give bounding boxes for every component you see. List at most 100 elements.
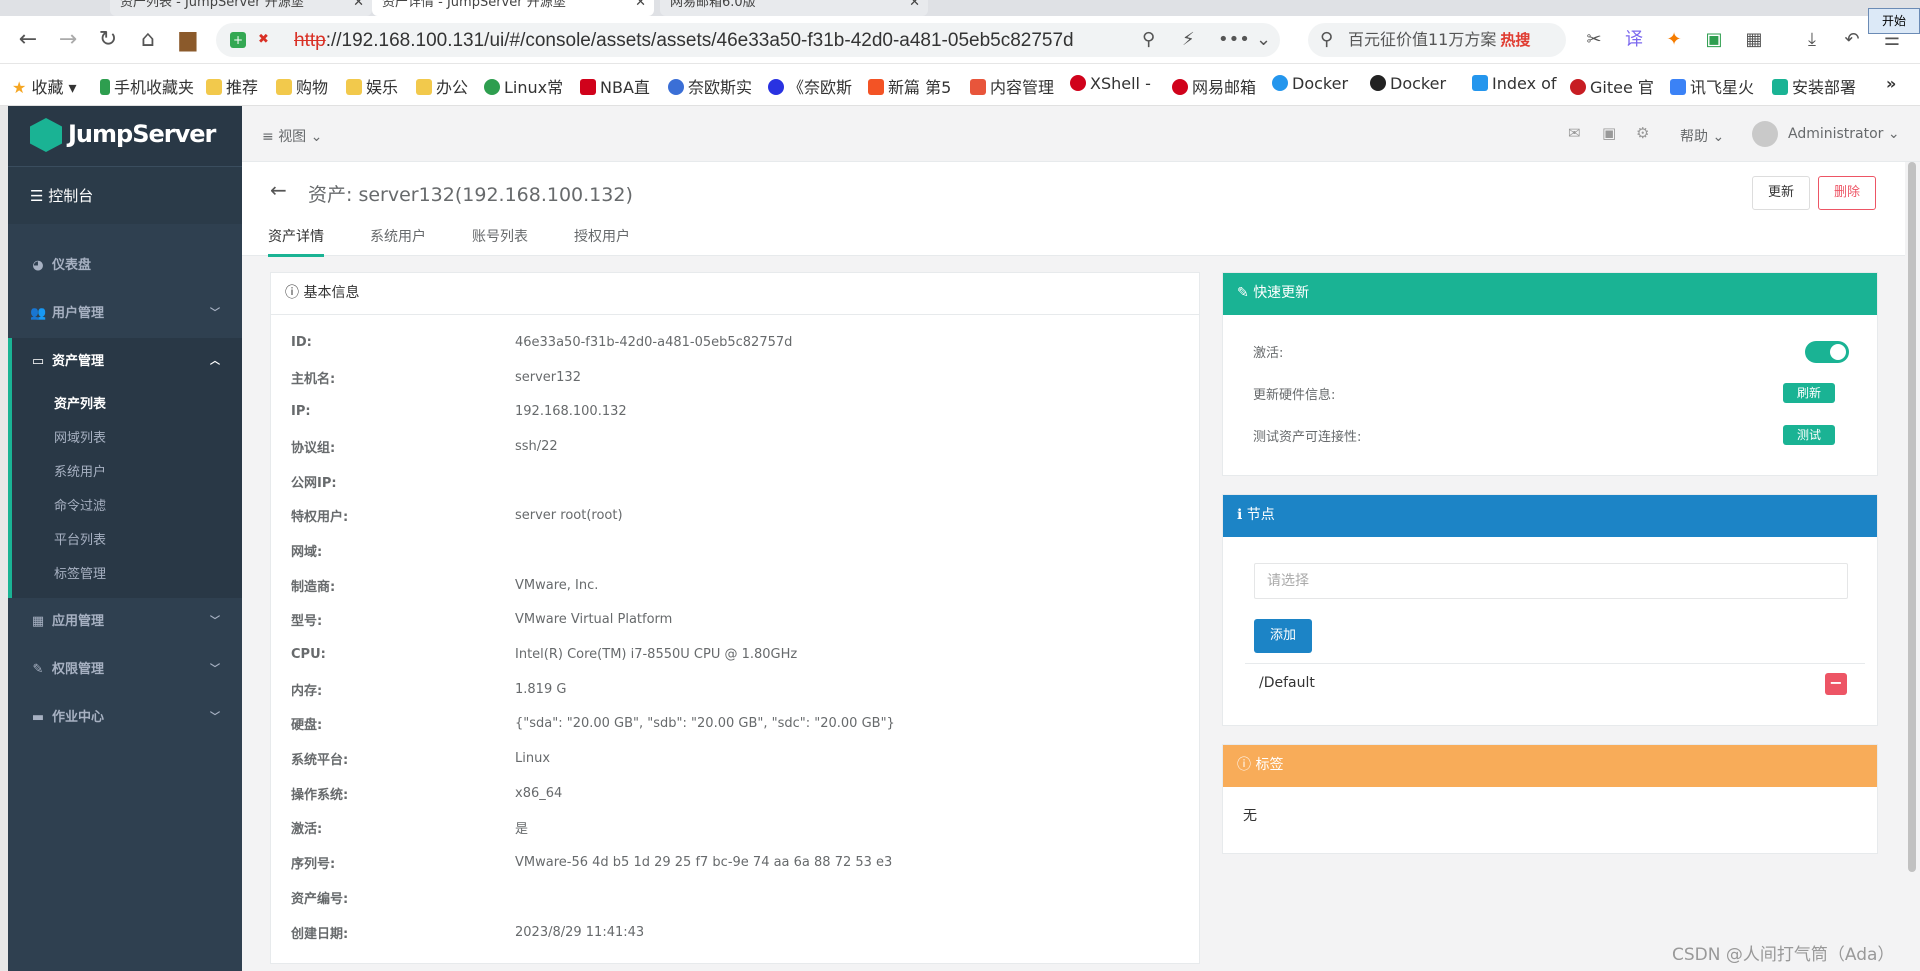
tab-account-list[interactable]: 账号列表 [472, 226, 528, 246]
submenu-command-filter[interactable]: 命令过滤 [12, 490, 242, 524]
sidebar-item-dashboard[interactable]: ◕ 仪表盘 [8, 242, 242, 290]
update-button[interactable]: 更新 [1752, 176, 1810, 210]
sidebar-item-jobs[interactable]: ▬ 作业中心 ﹀ [8, 694, 242, 742]
avatar[interactable] [1752, 121, 1778, 147]
info-row: 内存: 1.819 G [291, 672, 895, 707]
forward-arrow-icon[interactable]: → [54, 28, 82, 54]
delete-button[interactable]: 删除 [1818, 176, 1876, 210]
sidebar-item-permissions[interactable]: ✎ 权限管理 ﹀ [8, 646, 242, 694]
node-select[interactable]: 请选择 [1254, 563, 1848, 599]
game-icon[interactable]: ✦ [1662, 28, 1686, 52]
info-key: 内存: [291, 683, 323, 699]
back-arrow-icon[interactable]: ← [14, 28, 42, 54]
apps-icon[interactable]: ▦ [1742, 28, 1766, 52]
view-label: 视图 [278, 129, 307, 145]
browser-tab-active[interactable]: 资产详情 - JumpServer 开源堡 ✕ [372, 0, 654, 16]
more-bookmarks-icon[interactable]: » [1886, 74, 1896, 93]
tab-system-users[interactable]: 系统用户 [370, 226, 426, 246]
user-menu[interactable]: Administrator ⌄ [1788, 126, 1900, 142]
download-icon[interactable]: ⤓ [1800, 28, 1824, 52]
bookmark-item[interactable]: Linux常 [484, 74, 563, 98]
site-icon [1772, 79, 1788, 95]
remove-node-button[interactable]: − [1825, 673, 1847, 695]
submenu-label-management[interactable]: 标签管理 [12, 558, 242, 592]
back-arrow-icon[interactable]: ← [270, 178, 287, 202]
bookmark-item[interactable]: 手机收藏夹 [100, 74, 194, 98]
browser-tab-strip: 资产列表 - JumpServer 开源堡 ✕ 资产详情 - JumpServer… [0, 0, 1920, 16]
scissors-icon[interactable]: ✂ [1582, 28, 1606, 52]
bookmark-item[interactable]: 内容管理 [970, 74, 1054, 98]
close-icon[interactable]: ✕ [635, 0, 646, 14]
bookmark-item[interactable]: 奈欧斯实 [668, 74, 752, 98]
sidebar-item-assets[interactable]: ▭ 资产管理 ︿ [8, 338, 242, 386]
page-scrollbar[interactable] [1908, 162, 1916, 872]
info-row: IP: 192.168.100.132 [291, 394, 895, 429]
sidebar-item-applications[interactable]: ▦ 应用管理 ﹀ [8, 598, 242, 646]
more-icon[interactable]: ••• [1218, 29, 1250, 50]
tab-authorized-users[interactable]: 授权用户 [574, 226, 630, 246]
help-menu[interactable]: 帮助 ⌄ [1680, 126, 1724, 146]
address-bar[interactable]: + ✖ http://192.168.100.131/ui/#/console/… [216, 23, 1280, 57]
insecure-icon[interactable]: ✖ [258, 32, 269, 47]
panel-title: 快速更新 [1253, 285, 1310, 301]
bookmark-item[interactable]: 推荐 [206, 74, 258, 98]
console-switch[interactable]: ☰ 控制台 [8, 166, 242, 224]
info-key: 网域: [291, 544, 323, 560]
bookmark-item[interactable]: Gitee 官 [1570, 74, 1654, 98]
bookmark-item[interactable]: 《奈欧斯 [768, 74, 852, 98]
info-row: 激活: 是 [291, 811, 895, 846]
submenu-platform-list[interactable]: 平台列表 [12, 524, 242, 558]
terminal-icon[interactable]: ▣ [1602, 124, 1616, 142]
bookmark-item[interactable]: 办公 [416, 74, 468, 98]
chevron-down-icon[interactable]: ⌄ [1256, 29, 1271, 50]
tab-asset-detail[interactable]: 资产详情 [268, 226, 324, 257]
submenu-asset-list[interactable]: 资产列表 [12, 388, 242, 422]
bookmark-item[interactable]: 讯飞星火 [1670, 74, 1754, 98]
bookmark-item[interactable]: 新篇 第5 [868, 74, 951, 98]
bookmark-label: 内容管理 [990, 78, 1055, 97]
sliders-icon: ☰ [30, 187, 44, 205]
refresh-button[interactable]: 刷新 [1783, 383, 1835, 403]
gear-icon[interactable]: ⚙ [1636, 124, 1649, 142]
logo[interactable]: JumpServer [8, 106, 242, 166]
sidebar-item-users[interactable]: 👥 用户管理 ﹀ [8, 290, 242, 338]
browser-tab[interactable]: 网易邮箱6.0版 ✕ [660, 0, 928, 16]
mail-icon[interactable]: ✉ [1568, 124, 1581, 142]
page-header: ← 资产: server132(192.168.100.132) 更新 删除 资… [242, 162, 1905, 257]
folder-icon [416, 79, 432, 95]
bookmark-item[interactable]: NBA直 [580, 74, 650, 98]
bookmark-item[interactable]: Docker [1272, 74, 1348, 93]
browser-search-box[interactable]: ⚲ 百元征价值11万方案 热搜 [1308, 23, 1566, 57]
bookmark-item[interactable]: 购物 [276, 74, 328, 98]
info-row: 公网IP: [291, 464, 895, 499]
active-toggle[interactable] [1805, 341, 1849, 363]
home-icon[interactable]: ⌂ [134, 28, 162, 54]
bookmark-item[interactable]: 网易邮箱 [1172, 74, 1256, 98]
bookmark-item[interactable]: 安装部署 [1772, 74, 1856, 98]
undo-icon[interactable]: ↶ [1840, 28, 1864, 52]
search-icon[interactable]: ⚲ [1142, 29, 1155, 50]
url-text[interactable]: http://192.168.100.131/ui/#/console/asse… [294, 30, 1074, 52]
briefcase-icon[interactable]: ▆ [174, 28, 202, 54]
bookmark-item[interactable]: Index of [1472, 74, 1557, 93]
reader-icon[interactable]: ▣ [1702, 28, 1726, 52]
left-edge [0, 106, 8, 971]
bookmark-item[interactable]: Docker [1370, 74, 1446, 93]
translate-icon[interactable]: 译 [1622, 28, 1646, 52]
browser-tab[interactable]: 资产列表 - JumpServer 开源堡 ✕ [110, 0, 372, 16]
node-item: /Default [1259, 675, 1315, 691]
bookmark-item[interactable]: 娱乐 [346, 74, 398, 98]
bookmark-favorites[interactable]: ★ 收藏 ▾ [12, 74, 77, 98]
close-icon[interactable]: ✕ [353, 0, 364, 14]
view-menu[interactable]: ≡ 视图 ⌄ [262, 126, 322, 146]
bookmark-item[interactable]: XShell - [1070, 74, 1151, 93]
close-icon[interactable]: ✕ [909, 0, 920, 14]
reload-icon[interactable]: ↻ [94, 28, 122, 54]
submenu-domain-list[interactable]: 网域列表 [12, 422, 242, 456]
folder-icon [206, 79, 222, 95]
add-node-button[interactable]: 添加 [1254, 619, 1312, 653]
start-button[interactable]: 开始 [1868, 8, 1920, 34]
lightning-icon[interactable]: ⚡ [1182, 29, 1195, 50]
test-button[interactable]: 测试 [1783, 425, 1835, 445]
submenu-system-users[interactable]: 系统用户 [12, 456, 242, 490]
